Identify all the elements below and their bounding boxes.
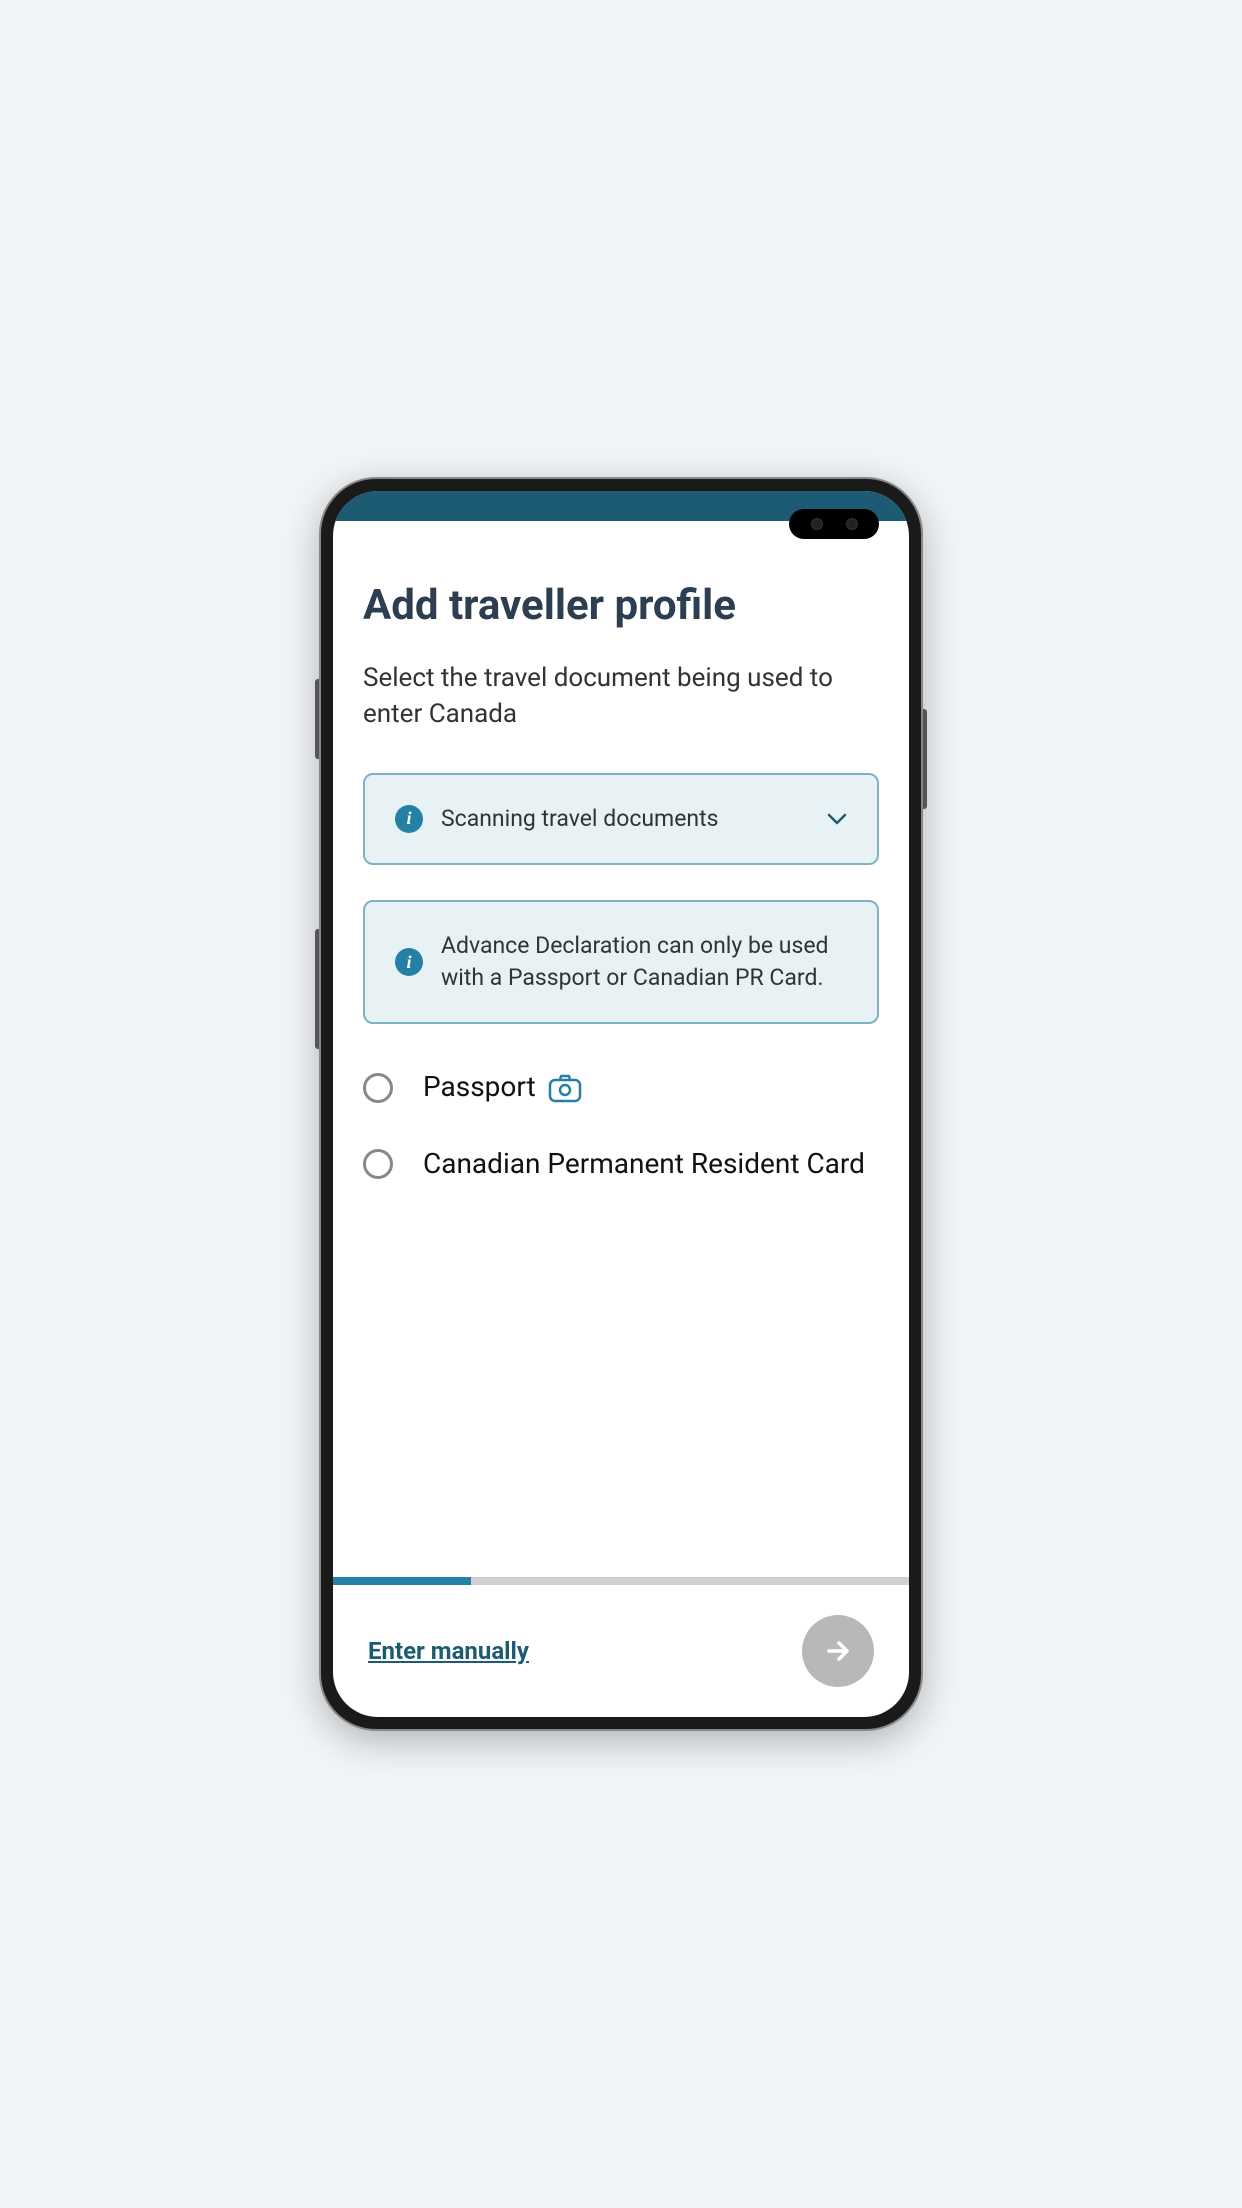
option-text: Canadian Permanent Resident Card: [423, 1146, 865, 1182]
progress-fill: [333, 1577, 471, 1585]
progress-bar: [333, 1577, 909, 1585]
app-screen: Add traveller profile Select the travel …: [333, 491, 909, 1717]
arrow-right-icon: [823, 1636, 853, 1666]
radio-circle: [363, 1149, 393, 1179]
page-subtitle: Select the travel document being used to…: [363, 660, 879, 733]
info-icon: i: [395, 948, 423, 976]
radio-option-passport[interactable]: Passport: [363, 1069, 879, 1105]
phone-device-frame: Add traveller profile Select the travel …: [321, 479, 921, 1729]
document-type-radio-group: Passport Canadian Permanent Resident Car…: [363, 1069, 879, 1182]
footer: Enter manually: [333, 1585, 909, 1717]
radio-label: Canadian Permanent Resident Card: [423, 1146, 865, 1182]
next-button[interactable]: [802, 1615, 874, 1687]
main-content: Add traveller profile Select the travel …: [333, 521, 909, 1577]
declaration-info-text: Advance Declaration can only be used wit…: [441, 930, 847, 994]
scanning-info-text: Scanning travel documents: [441, 803, 719, 835]
scanning-info-card[interactable]: i Scanning travel documents: [363, 773, 879, 865]
radio-option-pr-card[interactable]: Canadian Permanent Resident Card: [363, 1146, 879, 1182]
radio-circle: [363, 1073, 393, 1103]
camera-icon: [548, 1073, 582, 1103]
camera-cutout: [789, 509, 879, 539]
enter-manually-link[interactable]: Enter manually: [368, 1637, 529, 1665]
declaration-info-card: i Advance Declaration can only be used w…: [363, 900, 879, 1024]
info-icon: i: [395, 805, 423, 833]
page-title: Add traveller profile: [363, 581, 879, 630]
radio-label: Passport: [423, 1069, 582, 1105]
chevron-down-icon: [827, 813, 847, 825]
option-text: Passport: [423, 1069, 536, 1105]
